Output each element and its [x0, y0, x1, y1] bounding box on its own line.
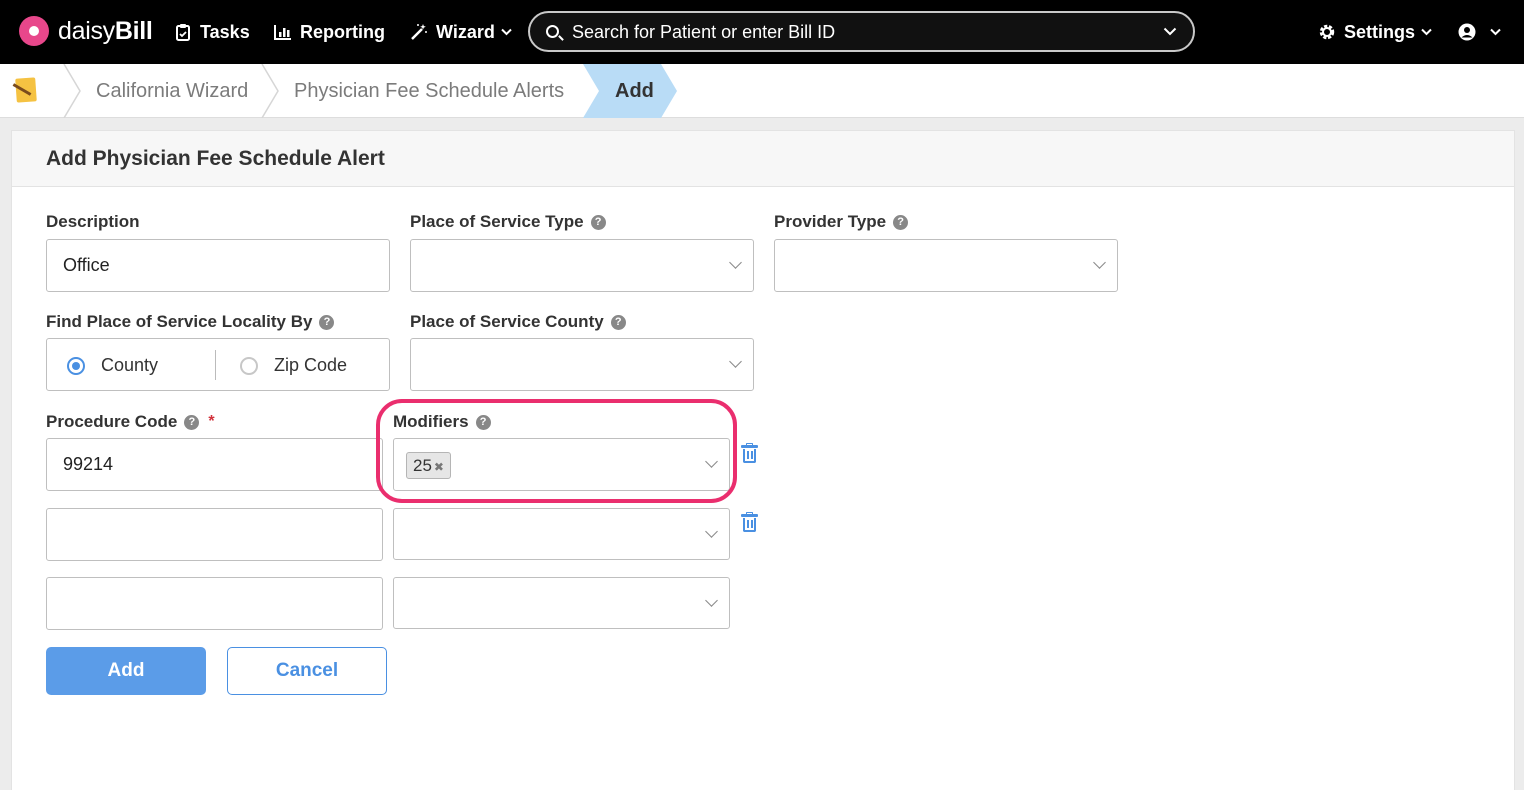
- logo-text-thin: daisy: [58, 16, 115, 45]
- locality-label-text: Find Place of Service Locality By: [46, 312, 313, 331]
- provider-type-label-text: Provider Type: [774, 212, 887, 231]
- description-value: Office: [63, 255, 110, 275]
- chevron-down-icon: [1163, 27, 1177, 36]
- pos-type-select[interactable]: [410, 239, 754, 292]
- nav-tasks[interactable]: Tasks: [174, 20, 250, 44]
- radio-checked-icon: [67, 356, 85, 375]
- chevron-down-icon: [1490, 28, 1501, 36]
- pos-type-label-text: Place of Service Type: [410, 212, 584, 231]
- divider: [215, 350, 216, 380]
- search-input[interactable]: Search for Patient or enter Bill ID: [528, 11, 1195, 52]
- procedure-code-field[interactable]: [46, 577, 383, 630]
- daisy-logo-icon: [19, 16, 49, 46]
- pos-type-label: Place of Service Type?: [410, 212, 606, 232]
- chevron-down-icon: [501, 28, 512, 36]
- cancel-button[interactable]: Cancel: [227, 647, 387, 695]
- breadcrumb-separator: [260, 64, 280, 118]
- county-label-text: Place of Service County: [410, 312, 604, 331]
- procedure-code-label: Procedure Code? *: [46, 412, 215, 432]
- provider-type-select[interactable]: [774, 239, 1118, 292]
- description-label-text: Description: [46, 212, 140, 231]
- help-icon[interactable]: ?: [590, 214, 606, 230]
- nav-wizard[interactable]: Wizard: [410, 20, 512, 44]
- breadcrumb: California Wizard Physician Fee Schedule…: [0, 64, 1524, 118]
- county-select[interactable]: [410, 338, 754, 391]
- help-icon[interactable]: ?: [319, 314, 335, 330]
- radio-zip-label: Zip Code: [274, 355, 348, 375]
- radio-county[interactable]: County: [67, 355, 158, 376]
- procedure-code-field[interactable]: 99214: [46, 438, 383, 491]
- procedure-code-label-text: Procedure Code: [46, 412, 178, 431]
- procedure-code-field[interactable]: [46, 508, 383, 561]
- chevron-down-icon: [1093, 256, 1106, 269]
- chevron-down-icon: [729, 256, 742, 269]
- radio-zip-code[interactable]: Zip Code: [240, 355, 347, 376]
- breadcrumb-add: Add: [583, 64, 677, 118]
- magic-wand-icon: [411, 24, 427, 40]
- breadcrumb-separator: [62, 64, 82, 118]
- required-mark: *: [208, 413, 215, 430]
- nav-settings-label: Settings: [1344, 21, 1416, 42]
- daisybill-logo[interactable]: daisyBill: [19, 16, 153, 46]
- nav-wizard-label: Wizard: [436, 21, 495, 42]
- breadcrumb-add-label: Add: [615, 80, 654, 102]
- add-button[interactable]: Add: [46, 647, 206, 695]
- card-header: Add Physician Fee Schedule Alert: [12, 131, 1514, 187]
- county-label: Place of Service County?: [410, 312, 626, 332]
- modifiers-select[interactable]: [393, 577, 730, 629]
- help-icon[interactable]: ?: [610, 314, 626, 330]
- nav-tasks-label: Tasks: [200, 21, 250, 42]
- form-card: Add Physician Fee Schedule Alert Descrip…: [11, 130, 1515, 790]
- nav-user-menu[interactable]: [1458, 20, 1501, 44]
- gear-icon: [1319, 24, 1335, 40]
- chevron-down-icon: [729, 355, 742, 368]
- description-label: Description: [46, 212, 140, 232]
- radio-unchecked-icon: [240, 356, 258, 375]
- description-field[interactable]: Office: [46, 239, 390, 292]
- modifiers-select[interactable]: [393, 508, 730, 560]
- chevron-down-icon: [1421, 28, 1432, 36]
- help-icon[interactable]: ?: [184, 414, 200, 430]
- breadcrumb-fee-schedule-alerts[interactable]: Physician Fee Schedule Alerts: [294, 80, 564, 103]
- logo-text-bold: Bill: [114, 16, 153, 45]
- search-placeholder: Search for Patient or enter Bill ID: [572, 22, 836, 42]
- search-icon: [546, 25, 559, 38]
- trash-icon[interactable]: [741, 512, 758, 532]
- chevron-down-icon: [705, 594, 718, 607]
- procedure-code-value: 99214: [63, 454, 114, 474]
- bar-chart-icon: [274, 25, 291, 40]
- page-title: Add Physician Fee Schedule Alert: [46, 147, 385, 170]
- clipboard-icon: [176, 24, 190, 41]
- nav-reporting[interactable]: Reporting: [274, 20, 385, 44]
- chevron-down-icon: [705, 525, 718, 538]
- help-icon[interactable]: ?: [893, 214, 909, 230]
- nav-reporting-label: Reporting: [300, 21, 385, 42]
- locality-label: Find Place of Service Locality By?: [46, 312, 335, 332]
- trash-icon[interactable]: [741, 443, 758, 463]
- logo-text: daisyBill: [58, 17, 153, 46]
- breadcrumb-home[interactable]: [0, 64, 66, 118]
- top-navbar: daisyBill Tasks Reporting Wizard Search …: [0, 0, 1524, 64]
- radio-county-label: County: [101, 355, 159, 375]
- provider-type-label: Provider Type?: [774, 212, 909, 232]
- locality-radio-group: County Zip Code: [46, 338, 390, 391]
- nav-settings[interactable]: Settings: [1318, 20, 1432, 44]
- user-circle-icon: [1458, 23, 1476, 41]
- highlight-annotation: [376, 399, 737, 503]
- breadcrumb-california-wizard[interactable]: California Wizard: [96, 80, 248, 103]
